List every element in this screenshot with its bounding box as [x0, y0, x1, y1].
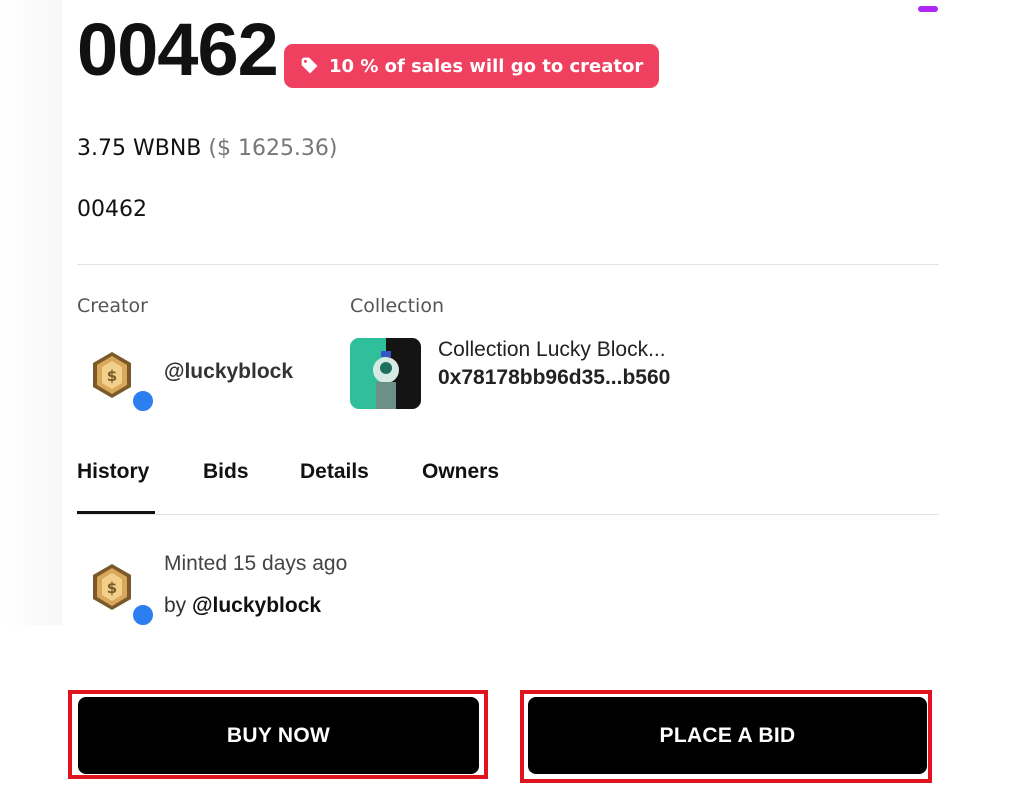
creator-label: Creator — [77, 295, 148, 317]
creator-handle-link[interactable]: @luckyblock — [164, 360, 293, 384]
tab-owners[interactable]: Owners — [422, 460, 499, 484]
price: 3.75 WBNB ($ 1625.36) — [77, 136, 338, 161]
history-avatar[interactable]: $ — [90, 562, 134, 612]
divider — [77, 264, 939, 265]
tab-bids[interactable]: Bids — [203, 460, 249, 484]
price-crypto: 3.75 WBNB — [77, 136, 202, 161]
online-status-dot — [131, 389, 155, 413]
collection-label: Collection — [350, 295, 444, 317]
token-id: 00462 — [77, 197, 147, 222]
royalty-badge-text: 10 % of sales will go to creator — [329, 55, 644, 77]
tab-history[interactable]: History — [77, 460, 149, 484]
history-by: by @luckyblock — [164, 594, 321, 618]
tab-details[interactable]: Details — [300, 460, 369, 484]
history-event: Minted 15 days ago — [164, 552, 348, 575]
tabs-divider — [77, 514, 939, 515]
tag-icon — [301, 57, 318, 74]
price-usd: ($ 1625.36) — [208, 136, 338, 161]
collection-address[interactable]: 0x78178bb96d35...b560 — [438, 366, 670, 390]
collection-name-link[interactable]: Collection Lucky Block... — [438, 338, 666, 362]
svg-text:$: $ — [107, 579, 117, 597]
royalty-badge: 10 % of sales will go to creator — [284, 44, 660, 88]
creator-avatar[interactable]: $ — [90, 350, 134, 400]
place-bid-button[interactable]: PLACE A BID — [528, 697, 927, 774]
history-online-dot — [131, 603, 155, 627]
collection-image — [350, 338, 421, 409]
svg-text:$: $ — [107, 367, 117, 385]
collection-thumbnail[interactable] — [350, 338, 421, 409]
history-by-user-link[interactable]: @luckyblock — [192, 594, 321, 617]
scroll-accent — [918, 6, 938, 12]
left-panel-edge — [0, 0, 62, 625]
buy-now-button[interactable]: BUY NOW — [78, 697, 479, 774]
nft-title: 00462 — [77, 8, 279, 91]
history-by-prefix: by — [164, 594, 187, 617]
